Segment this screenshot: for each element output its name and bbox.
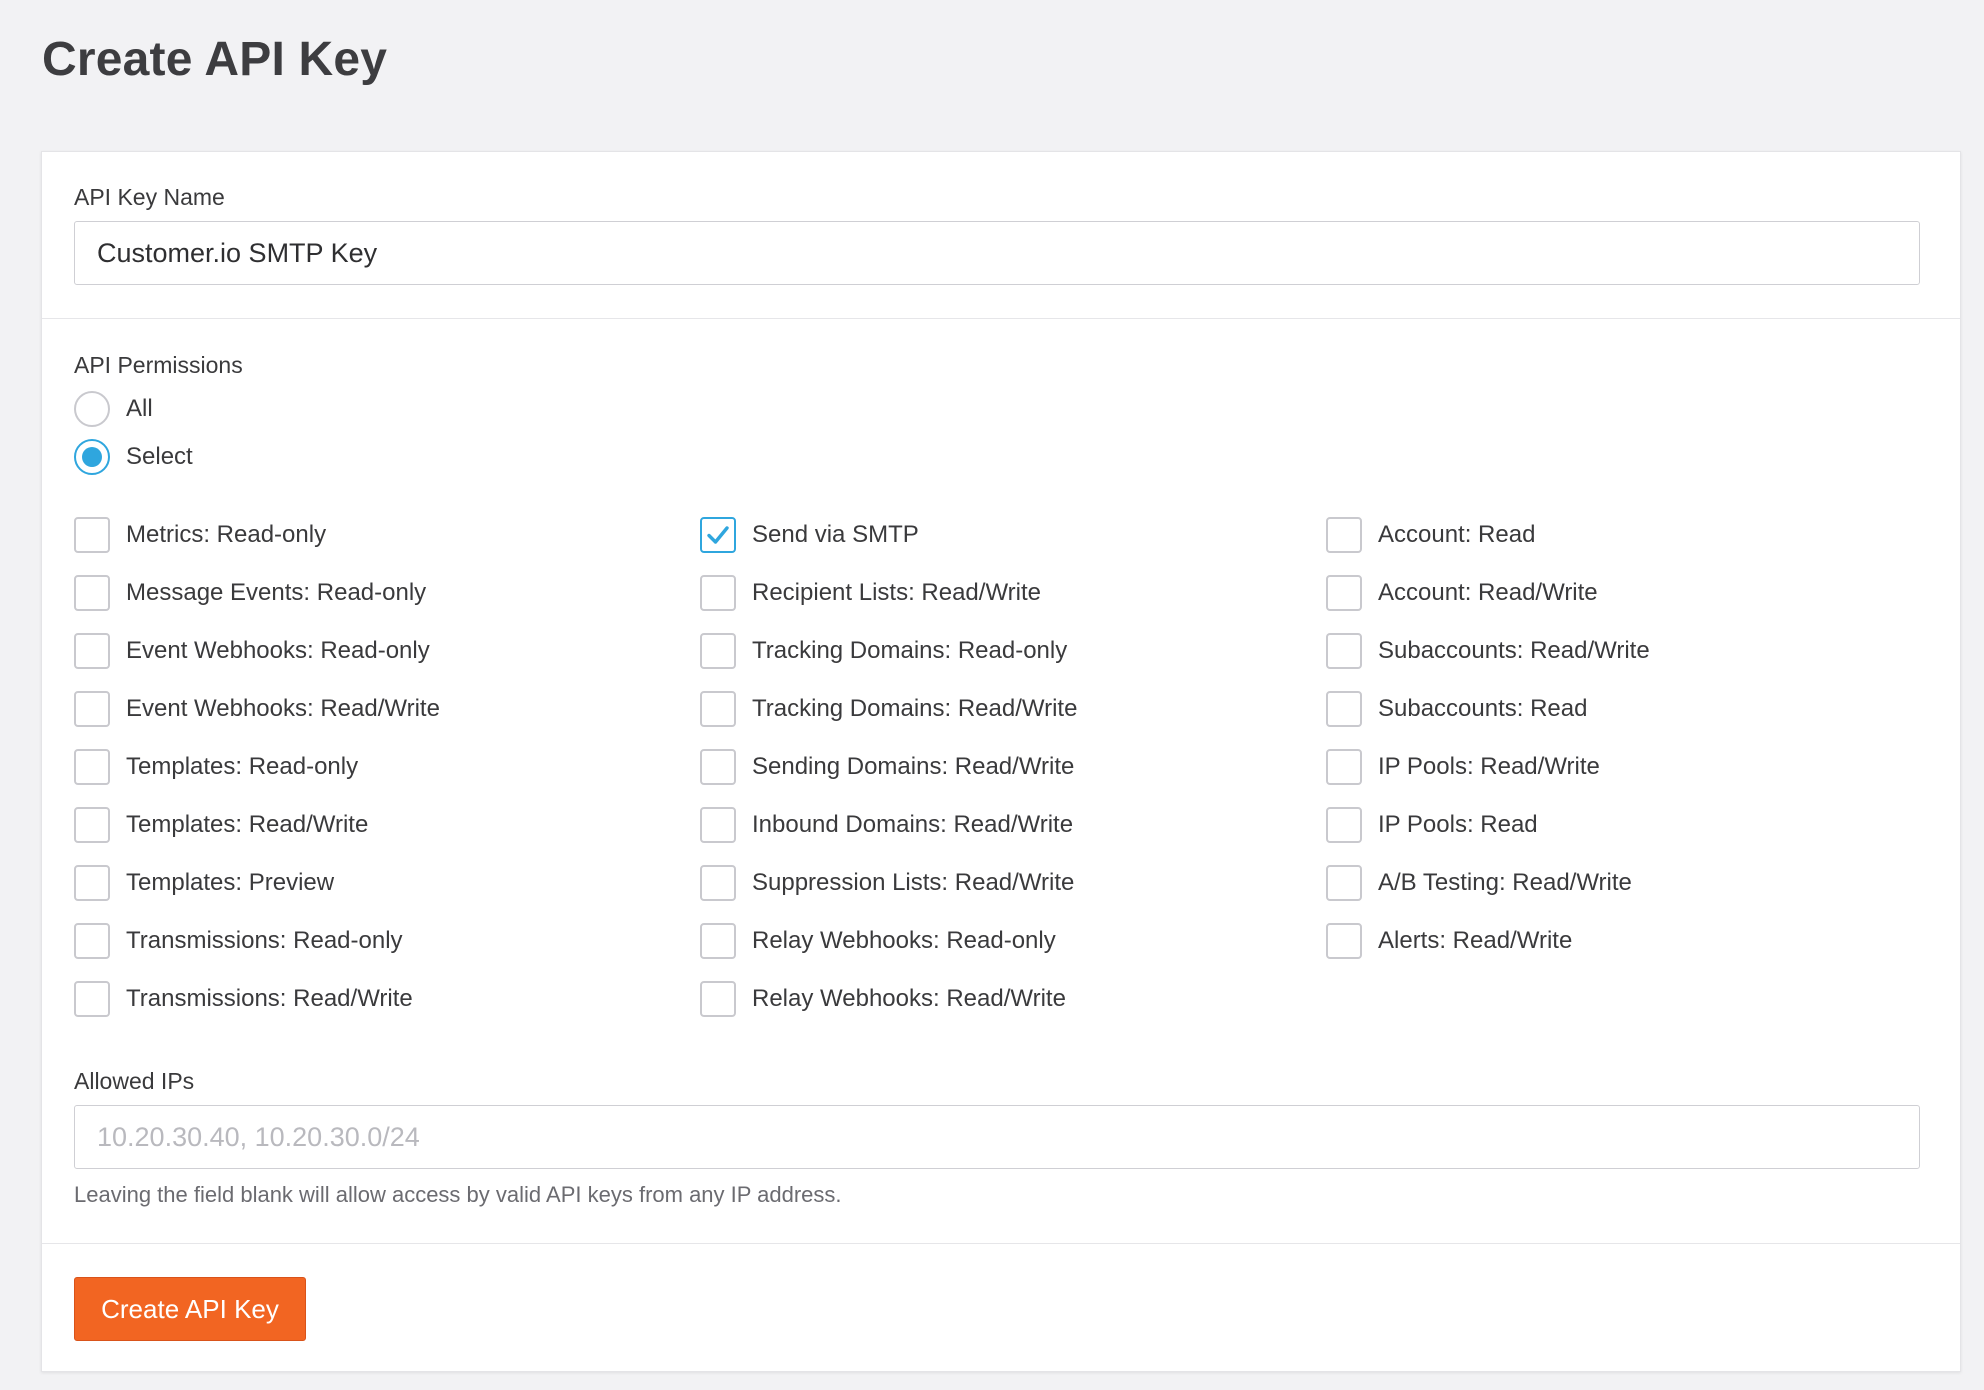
permission-checkbox[interactable] xyxy=(74,749,110,785)
radio-select[interactable] xyxy=(74,439,110,475)
permission-checkbox[interactable] xyxy=(1326,807,1362,843)
permission-label: Inbound Domains: Read/Write xyxy=(752,811,1074,838)
create-api-key-button[interactable]: Create API Key xyxy=(74,1277,306,1341)
permission-checkbox[interactable] xyxy=(700,517,736,553)
permission-checkbox[interactable] xyxy=(74,517,110,553)
permission-label: Tracking Domains: Read-only xyxy=(752,637,1068,664)
api-key-name-input[interactable] xyxy=(74,221,1920,285)
permission-label: Event Webhooks: Read/Write xyxy=(126,695,440,722)
permission-label: Event Webhooks: Read-only xyxy=(126,637,430,664)
permission-item[interactable]: Tracking Domains: Read-only xyxy=(700,633,1067,669)
permission-checkbox[interactable] xyxy=(1326,749,1362,785)
permission-item[interactable]: Tracking Domains: Read/Write xyxy=(700,691,1077,727)
permission-item[interactable]: Transmissions: Read/Write xyxy=(74,981,413,1017)
permission-checkbox[interactable] xyxy=(700,923,736,959)
permission-checkbox[interactable] xyxy=(1326,575,1362,611)
permission-item[interactable]: Inbound Domains: Read/Write xyxy=(700,807,1073,843)
permission-label: Transmissions: Read-only xyxy=(126,927,403,954)
permission-label: Relay Webhooks: Read-only xyxy=(752,927,1056,954)
allowed-ips-label: Allowed IPs xyxy=(74,1068,195,1094)
permission-label: Account: Read/Write xyxy=(1378,579,1598,606)
permission-label: Templates: Read/Write xyxy=(126,811,369,838)
permission-checkbox[interactable] xyxy=(1326,517,1362,553)
permission-label: Sending Domains: Read/Write xyxy=(752,753,1075,780)
permission-checkbox[interactable] xyxy=(700,981,736,1017)
permission-checkbox[interactable] xyxy=(1326,923,1362,959)
permission-label: Alerts: Read/Write xyxy=(1378,927,1573,954)
permission-checkbox[interactable] xyxy=(1326,865,1362,901)
page-title: Create API Key xyxy=(42,33,388,86)
api-permissions-label: API Permissions xyxy=(74,352,243,378)
permission-item[interactable]: Event Webhooks: Read-only xyxy=(74,633,430,669)
permission-checkbox[interactable] xyxy=(700,749,736,785)
permission-item[interactable]: Account: Read xyxy=(1326,517,1535,553)
permission-item[interactable]: Transmissions: Read-only xyxy=(74,923,403,959)
permission-label: Recipient Lists: Read/Write xyxy=(752,579,1042,606)
permission-checkbox[interactable] xyxy=(1326,691,1362,727)
permission-item[interactable]: A/B Testing: Read/Write xyxy=(1326,865,1632,901)
permission-checkbox[interactable] xyxy=(74,923,110,959)
permission-checkbox[interactable] xyxy=(700,691,736,727)
permission-checkbox[interactable] xyxy=(74,575,110,611)
permission-item[interactable]: Alerts: Read/Write xyxy=(1326,923,1572,959)
permission-item[interactable]: Send via SMTP xyxy=(700,517,919,553)
permission-checkbox[interactable] xyxy=(700,865,736,901)
divider xyxy=(42,1243,1960,1244)
permission-label: Templates: Preview xyxy=(126,869,335,896)
permission-item[interactable]: Metrics: Read-only xyxy=(74,517,326,553)
permission-label: Relay Webhooks: Read/Write xyxy=(752,985,1066,1012)
permission-mode-all[interactable]: All xyxy=(74,391,153,427)
api-key-name-label: API Key Name xyxy=(74,184,225,210)
radio-all-label: All xyxy=(126,395,153,422)
checkmark-icon xyxy=(705,522,731,548)
allowed-ips-help: Leaving the field blank will allow acces… xyxy=(74,1182,842,1207)
permission-item[interactable]: Relay Webhooks: Read-only xyxy=(700,923,1056,959)
permission-label: Account: Read xyxy=(1378,521,1536,548)
radio-all[interactable] xyxy=(74,391,110,427)
permission-checkbox[interactable] xyxy=(700,633,736,669)
permission-checkbox[interactable] xyxy=(74,981,110,1017)
permission-item[interactable]: Account: Read/Write xyxy=(1326,575,1598,611)
permission-checkbox[interactable] xyxy=(700,807,736,843)
permission-mode-select[interactable]: Select xyxy=(74,439,193,475)
permission-checkbox[interactable] xyxy=(700,575,736,611)
permission-checkbox[interactable] xyxy=(74,865,110,901)
permission-label: IP Pools: Read xyxy=(1378,811,1538,838)
permission-checkbox[interactable] xyxy=(74,691,110,727)
permission-item[interactable]: Templates: Read/Write xyxy=(74,807,368,843)
permission-item[interactable]: Templates: Read-only xyxy=(74,749,358,785)
permission-label: IP Pools: Read/Write xyxy=(1378,753,1600,780)
api-key-form: API Key Name API Permissions All Select … xyxy=(41,151,1961,1372)
divider xyxy=(42,318,1960,319)
permission-label: Templates: Read-only xyxy=(126,753,359,780)
permission-checkbox[interactable] xyxy=(74,807,110,843)
permission-checkbox[interactable] xyxy=(1326,633,1362,669)
permission-label: Metrics: Read-only xyxy=(126,521,327,548)
radio-selected-dot xyxy=(82,447,102,467)
permission-label: Tracking Domains: Read/Write xyxy=(752,695,1078,722)
permission-label: Send via SMTP xyxy=(752,521,919,548)
permission-label: A/B Testing: Read/Write xyxy=(1378,869,1632,896)
permission-label: Message Events: Read-only xyxy=(126,579,427,606)
permission-label: Transmissions: Read/Write xyxy=(126,985,413,1012)
permission-item[interactable]: Message Events: Read-only xyxy=(74,575,426,611)
permission-item[interactable]: Event Webhooks: Read/Write xyxy=(74,691,440,727)
permission-item[interactable]: Recipient Lists: Read/Write xyxy=(700,575,1041,611)
permission-item[interactable]: Templates: Preview xyxy=(74,865,334,901)
permission-item[interactable]: Subaccounts: Read xyxy=(1326,691,1587,727)
allowed-ips-input[interactable] xyxy=(74,1105,1920,1169)
permission-item[interactable]: Sending Domains: Read/Write xyxy=(700,749,1074,785)
permission-label: Suppression Lists: Read/Write xyxy=(752,869,1075,896)
permission-checkbox[interactable] xyxy=(74,633,110,669)
permission-label: Subaccounts: Read/Write xyxy=(1378,637,1650,664)
permission-item[interactable]: IP Pools: Read xyxy=(1326,807,1538,843)
permission-item[interactable]: Suppression Lists: Read/Write xyxy=(700,865,1074,901)
permission-label: Subaccounts: Read xyxy=(1378,695,1588,722)
permission-item[interactable]: Relay Webhooks: Read/Write xyxy=(700,981,1066,1017)
permission-item[interactable]: Subaccounts: Read/Write xyxy=(1326,633,1650,669)
permission-item[interactable]: IP Pools: Read/Write xyxy=(1326,749,1600,785)
radio-select-label: Select xyxy=(126,443,193,470)
